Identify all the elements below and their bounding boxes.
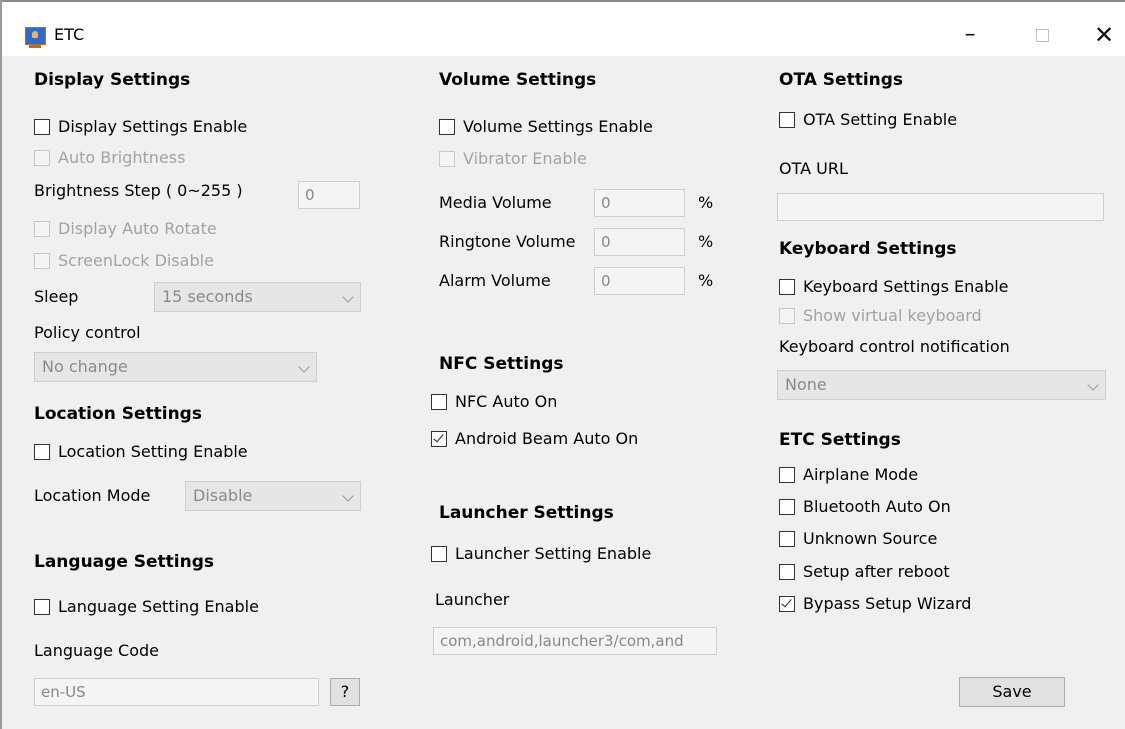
launcher-label: Launcher (435, 590, 510, 609)
language-setting-enable-checkbox[interactable]: Language Setting Enable (34, 597, 259, 616)
location-settings-header: Location Settings (34, 404, 202, 424)
launcher-input[interactable]: com,android,launcher3/com,and (433, 627, 717, 655)
checkbox-box (779, 530, 795, 547)
display-settings-enable-checkbox[interactable]: Display Settings Enable (34, 117, 247, 136)
checkbox-box (779, 307, 795, 324)
checkbox-box (34, 220, 50, 237)
auto-brightness-checkbox[interactable]: Auto Brightness (34, 148, 185, 167)
bypass-setup-wizard-checkbox[interactable]: Bypass Setup Wizard (779, 594, 971, 613)
ringtone-volume-unit: % (698, 232, 714, 251)
checkbox-box (439, 150, 455, 167)
keyboard-control-notification-select[interactable]: None (777, 370, 1106, 400)
policy-control-select[interactable]: No change (34, 352, 317, 382)
checkbox-box (779, 563, 795, 580)
sleep-label: Sleep (34, 287, 79, 306)
ota-settings-header: OTA Settings (779, 70, 904, 90)
checkbox-box (431, 393, 447, 410)
language-code-input[interactable]: en-US (34, 678, 319, 706)
volume-settings-header: Volume Settings (439, 70, 597, 90)
display-settings-header: Display Settings (34, 70, 191, 90)
language-code-label: Language Code (34, 641, 160, 660)
media-volume-input[interactable]: 0 (594, 189, 685, 217)
nfc-settings-header: NFC Settings (439, 354, 564, 374)
checkbox-box (439, 118, 455, 135)
ota-url-label: OTA URL (779, 159, 848, 178)
ota-setting-enable-checkbox[interactable]: OTA Setting Enable (779, 110, 957, 129)
policy-control-label: Policy control (34, 323, 141, 342)
android-beam-auto-on-checkbox[interactable]: Android Beam Auto On (431, 429, 638, 448)
checkbox-box (431, 545, 447, 562)
media-volume-label: Media Volume (439, 193, 552, 212)
maximize-icon (1035, 29, 1049, 42)
maximize-button[interactable] (1022, 20, 1062, 50)
ringtone-volume-input[interactable]: 0 (594, 228, 685, 256)
setup-after-reboot-checkbox[interactable]: Setup after reboot (779, 562, 950, 581)
etc-settings-header: ETC Settings (779, 430, 901, 450)
save-button[interactable]: Save (959, 677, 1065, 707)
checkbox-box (779, 498, 795, 515)
chevron-down-icon (342, 490, 354, 502)
checkbox-box-checked (779, 595, 795, 612)
alarm-volume-label: Alarm Volume (439, 271, 551, 290)
sleep-select[interactable]: 15 seconds (154, 282, 361, 312)
checkbox-box (779, 111, 795, 128)
minimize-button[interactable]: – (950, 20, 990, 50)
screenlock-disable-checkbox[interactable]: ScreenLock Disable (34, 251, 214, 270)
launcher-setting-enable-checkbox[interactable]: Launcher Setting Enable (431, 544, 651, 563)
close-button[interactable]: ✕ (1084, 20, 1124, 50)
keyboard-control-notification-label: Keyboard control notification (779, 337, 1010, 356)
title-bar[interactable]: ETC – ✕ (2, 0, 1125, 56)
checkbox-box (34, 598, 50, 615)
media-volume-unit: % (698, 193, 714, 212)
airplane-mode-checkbox[interactable]: Airplane Mode (779, 465, 918, 484)
checkbox-box (34, 252, 50, 269)
chevron-down-icon (298, 361, 310, 373)
ringtone-volume-label: Ringtone Volume (439, 232, 576, 251)
ota-url-input[interactable] (777, 193, 1104, 221)
location-mode-select[interactable]: Disable (185, 481, 361, 511)
unknown-source-checkbox[interactable]: Unknown Source (779, 529, 937, 548)
etc-window: ETC – ✕ Display Settings Display Setting… (0, 0, 1125, 729)
checkbox-box (34, 118, 50, 135)
nfc-auto-on-checkbox[interactable]: NFC Auto On (431, 392, 557, 411)
launcher-settings-header: Launcher Settings (439, 503, 614, 523)
display-auto-rotate-checkbox[interactable]: Display Auto Rotate (34, 219, 217, 238)
checkbox-box (34, 443, 50, 460)
window-title: ETC (54, 25, 85, 44)
keyboard-settings-enable-checkbox[interactable]: Keyboard Settings Enable (779, 277, 1009, 296)
app-icon (25, 27, 46, 48)
chevron-down-icon (1087, 379, 1099, 391)
checkbox-box (34, 149, 50, 166)
alarm-volume-input[interactable]: 0 (594, 267, 685, 295)
show-virtual-keyboard-checkbox[interactable]: Show virtual keyboard (779, 306, 982, 325)
checkbox-box (779, 278, 795, 295)
volume-settings-enable-checkbox[interactable]: Volume Settings Enable (439, 117, 653, 136)
location-setting-enable-checkbox[interactable]: Location Setting Enable (34, 442, 248, 461)
bluetooth-auto-on-checkbox[interactable]: Bluetooth Auto On (779, 497, 951, 516)
help-button[interactable]: ? (330, 678, 360, 706)
checkbox-box-checked (431, 430, 447, 447)
alarm-volume-unit: % (698, 271, 714, 290)
chevron-down-icon (342, 291, 354, 303)
location-mode-label: Location Mode (34, 486, 151, 505)
language-settings-header: Language Settings (34, 552, 215, 572)
keyboard-settings-header: Keyboard Settings (779, 239, 957, 259)
vibrator-enable-checkbox[interactable]: Vibrator Enable (439, 149, 587, 168)
brightness-step-label: Brightness Step ( 0~255 ) (34, 181, 243, 200)
checkbox-box (779, 466, 795, 483)
brightness-step-input[interactable]: 0 (298, 181, 360, 209)
